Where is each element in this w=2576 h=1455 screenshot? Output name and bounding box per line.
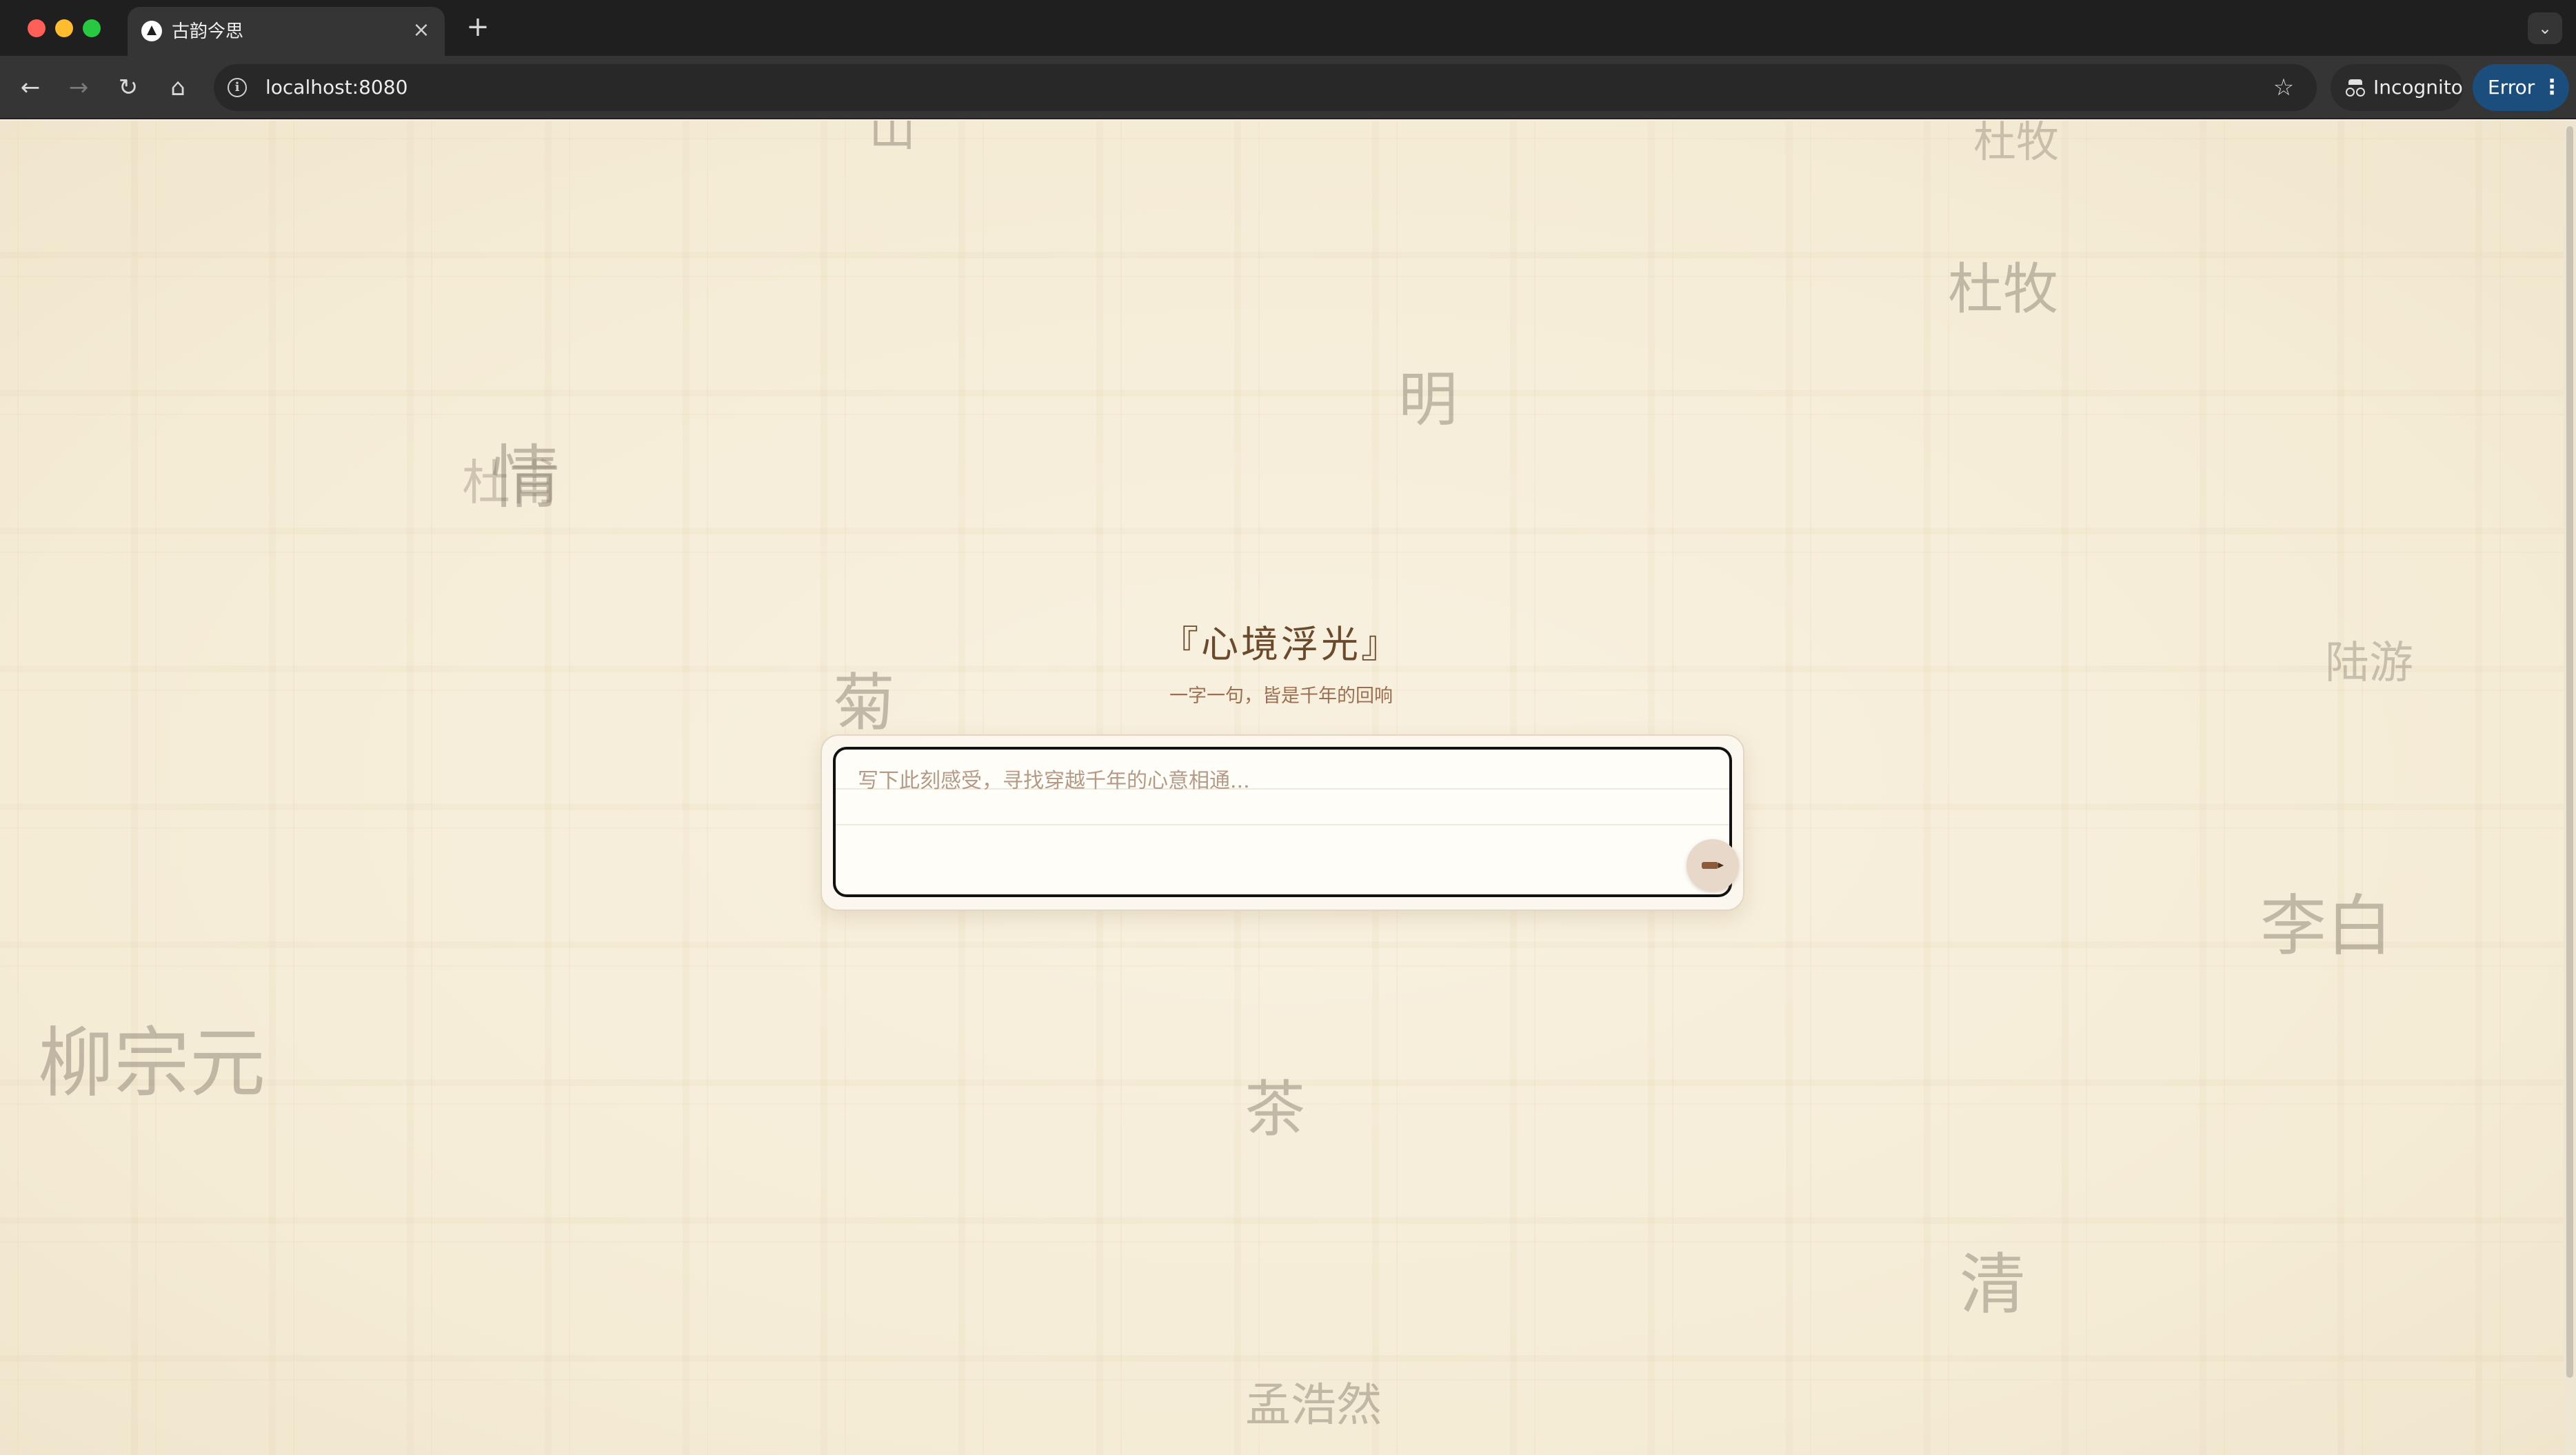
floating-word: 清 xyxy=(1960,1246,2026,1323)
incognito-icon xyxy=(2346,79,2365,97)
tab-close-icon[interactable]: × xyxy=(409,18,434,43)
floating-word: 陆游 xyxy=(2325,638,2413,689)
page-title: 『心境浮光』 xyxy=(1161,623,1401,666)
kebab-menu-icon[interactable]: ⋮ xyxy=(2542,75,2562,100)
browser-toolbar: ← → ↻ ⌂ i localhost:8080 ☆ Incognito Err… xyxy=(0,56,2576,119)
close-window-button[interactable] xyxy=(28,19,46,37)
submit-button[interactable] xyxy=(1687,839,1739,892)
page-scrollbar[interactable] xyxy=(2564,121,2576,1455)
tab-search-button[interactable]: ⌄ xyxy=(2528,12,2562,44)
floating-word: 孟浩然 xyxy=(1245,1378,1382,1432)
floating-word: 情 xyxy=(491,437,560,518)
feeling-input-card: 写下此刻感受，寻找穿越千年的心意相通... xyxy=(821,734,1744,911)
error-label: Error xyxy=(2488,76,2535,99)
floating-word: 明 xyxy=(1398,365,1458,434)
page-subtitle: 一字一句，皆是千年的回响 xyxy=(1169,685,1393,707)
scrollbar-thumb[interactable] xyxy=(2566,126,2573,1378)
maximize-window-button[interactable] xyxy=(83,19,101,37)
floating-word: 山 xyxy=(869,121,916,157)
browser-tab-bar: 古韵今思 × + ⌄ xyxy=(0,0,2576,56)
floating-word: 杜牧 xyxy=(1973,121,2060,167)
back-icon[interactable]: ← xyxy=(11,68,50,107)
incognito-label: Incognito xyxy=(2373,76,2463,99)
browser-tab[interactable]: 古韵今思 × xyxy=(128,7,445,56)
address-bar[interactable]: i localhost:8080 ☆ xyxy=(214,64,2317,111)
floating-word: 菊 xyxy=(833,667,895,739)
textarea-placeholder: 写下此刻感受，寻找穿越千年的心意相通... xyxy=(858,769,1250,793)
feeling-textarea[interactable]: 写下此刻感受，寻找穿越千年的心意相通... xyxy=(833,747,1739,897)
floating-word: 杜牧 xyxy=(1948,257,2058,321)
page-viewport: 山 杜牧 杜牧 明 杜甫 情 陆游 菊 李白 柳宗元 茶 清 孟浩然 『心境浮光… xyxy=(0,121,2564,1455)
bookmark-star-icon[interactable]: ☆ xyxy=(2268,72,2299,103)
forward-icon[interactable]: → xyxy=(59,68,98,107)
floating-word: 李白 xyxy=(2260,887,2393,965)
brush-icon xyxy=(1702,862,1724,869)
incognito-indicator[interactable]: Incognito xyxy=(2331,64,2463,111)
new-tab-button[interactable]: + xyxy=(462,11,494,43)
floating-word: 柳宗元 xyxy=(38,1019,265,1107)
site-info-icon[interactable]: i xyxy=(228,78,247,97)
profile-error-button[interactable]: Error ⋮ xyxy=(2473,64,2569,111)
tab-title: 古韵今思 xyxy=(172,21,244,42)
floating-word: 茶 xyxy=(1245,1074,1306,1145)
reload-icon[interactable]: ↻ xyxy=(109,68,148,107)
favicon-icon xyxy=(141,21,162,41)
url-text[interactable]: localhost:8080 xyxy=(265,75,407,100)
minimize-window-button[interactable] xyxy=(55,19,73,37)
home-icon[interactable]: ⌂ xyxy=(159,68,197,107)
